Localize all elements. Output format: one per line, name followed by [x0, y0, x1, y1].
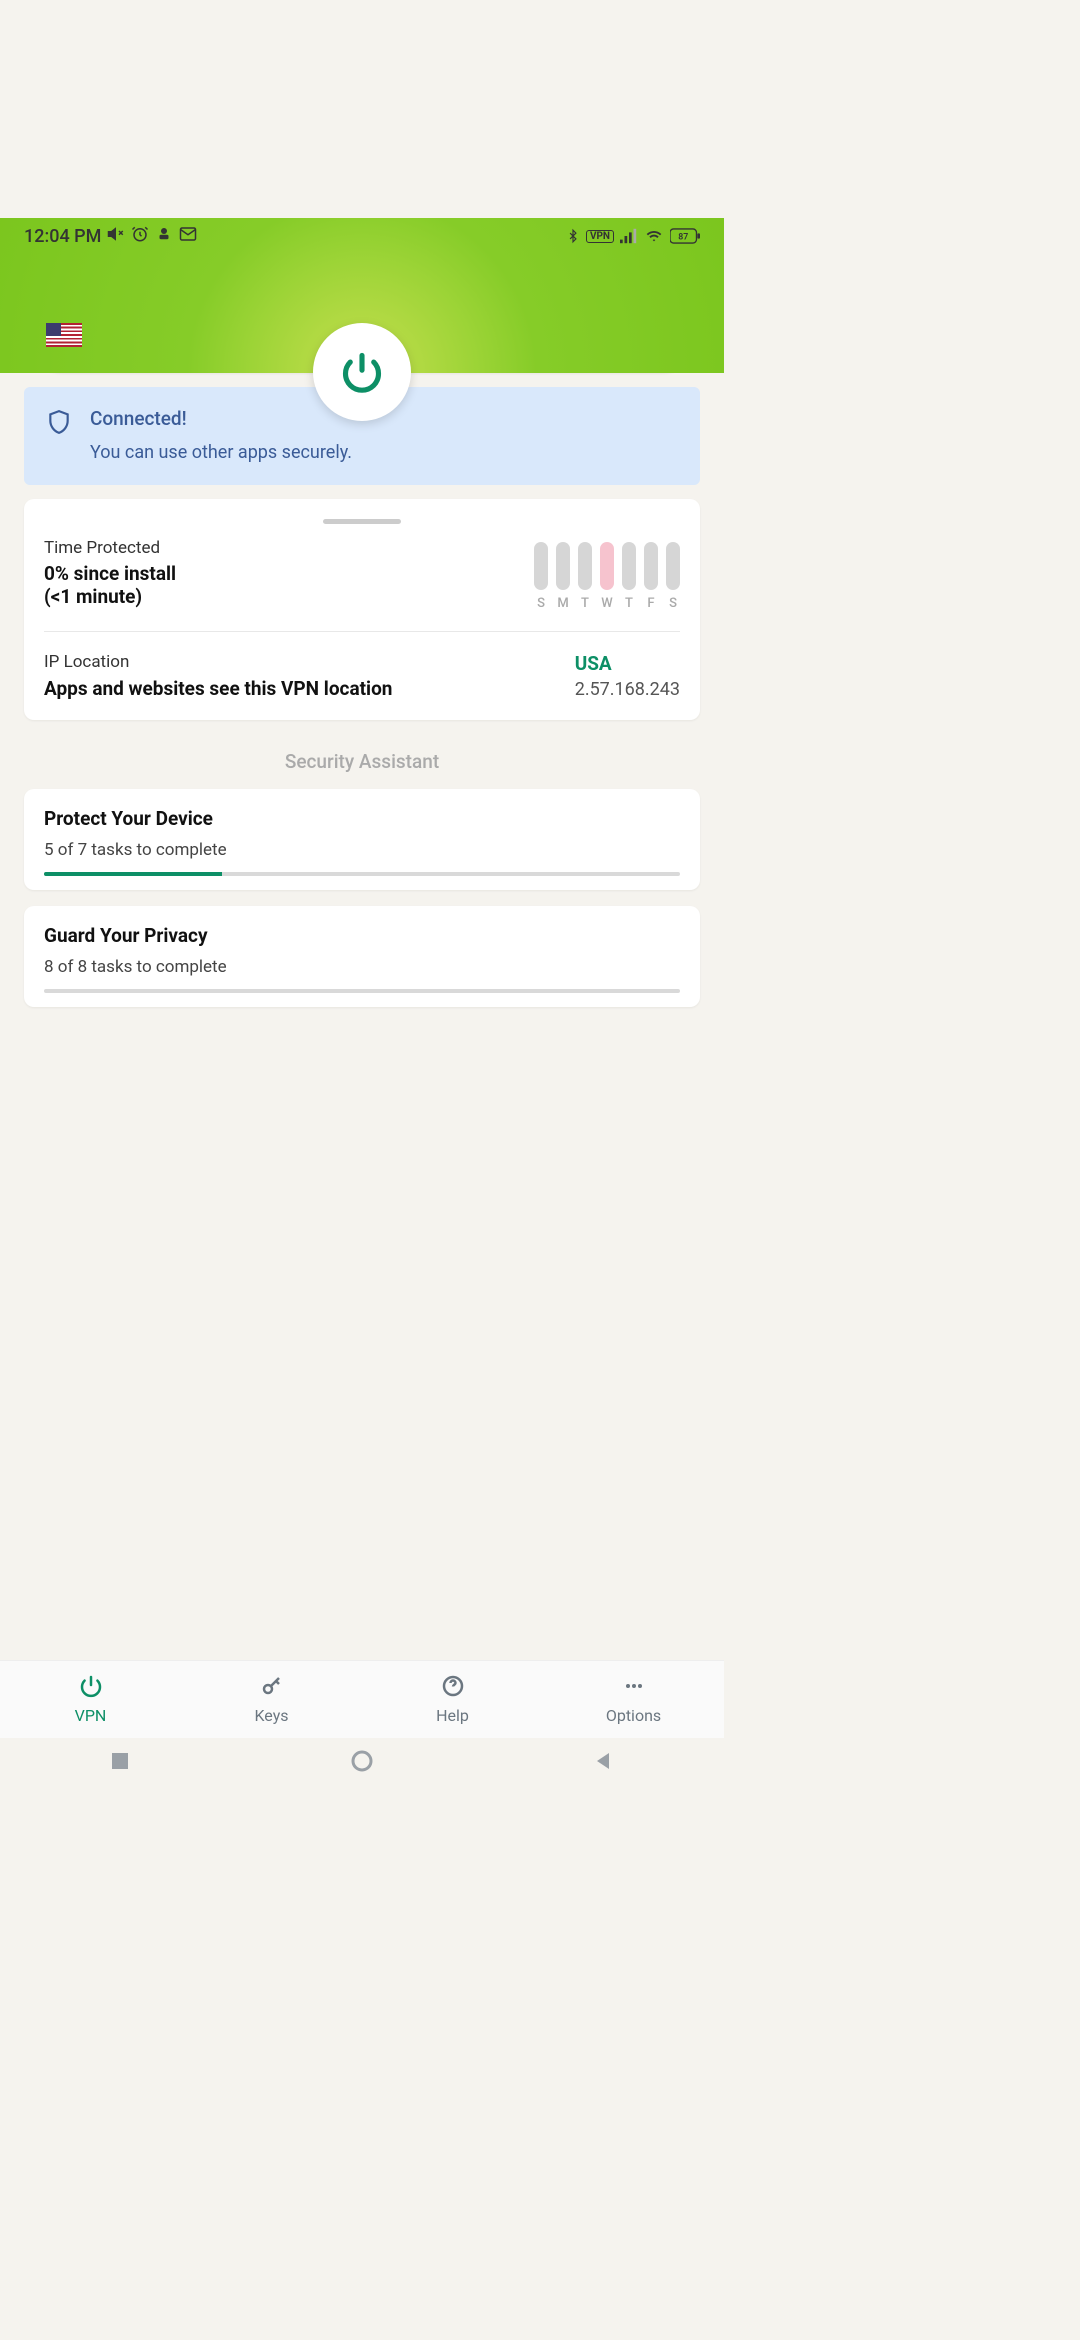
status-bar: 12:04 PM VPN 87: [0, 218, 724, 254]
chart-bar: T: [578, 542, 592, 611]
power-icon: [79, 1674, 103, 1702]
svg-text:87: 87: [678, 233, 688, 243]
battery-icon: 87: [670, 228, 700, 244]
alarm-icon: [131, 225, 149, 248]
nav-label: Options: [606, 1706, 661, 1725]
section-security-assistant: Security Assistant: [24, 750, 700, 773]
more-icon: [622, 1674, 646, 1702]
help-icon: [441, 1674, 465, 1702]
banner-subtitle: You can use other apps securely.: [90, 442, 352, 463]
system-nav: [0, 1738, 724, 1788]
progress-bar: [44, 872, 680, 876]
back-button[interactable]: [594, 1751, 614, 1775]
wifi-icon: [644, 228, 664, 244]
task-card[interactable]: Protect Your Device 5 of 7 tasks to comp…: [24, 789, 700, 890]
vpn-icon: VPN: [586, 230, 614, 243]
stats-card[interactable]: Time Protected 0% since install (<1 minu…: [24, 499, 700, 720]
time-protected-label: Time Protected: [44, 538, 514, 558]
progress-bar: [44, 989, 680, 993]
power-button[interactable]: [313, 323, 411, 421]
nav-vpn[interactable]: VPN: [0, 1661, 181, 1738]
ip-country: USA: [575, 652, 680, 675]
nav-options[interactable]: Options: [543, 1661, 724, 1738]
nav-help[interactable]: Help: [362, 1661, 543, 1738]
bluetooth-icon: [566, 227, 580, 245]
chart-bar: F: [644, 542, 658, 611]
mute-icon: [107, 225, 125, 248]
status-time: 12:04 PM: [24, 226, 101, 247]
chart-bar: S: [534, 542, 548, 611]
shield-icon: [46, 407, 72, 463]
task-subtitle: 5 of 7 tasks to complete: [44, 840, 680, 860]
task-card[interactable]: Guard Your Privacy 8 of 8 tasks to compl…: [24, 906, 700, 1007]
home-button[interactable]: [350, 1749, 374, 1777]
nav-label: Help: [436, 1706, 469, 1725]
gmail-icon: [179, 225, 197, 248]
time-protected-value2: (<1 minute): [44, 585, 514, 608]
chart-bar: T: [622, 542, 636, 611]
week-chart: SMTWTFS: [534, 542, 680, 611]
task-title: Protect Your Device: [44, 807, 680, 830]
drag-handle[interactable]: [323, 519, 401, 524]
banner-title: Connected!: [90, 407, 352, 430]
time-protected-value1: 0% since install: [44, 562, 514, 585]
chart-bar: W: [600, 542, 614, 611]
nav-keys[interactable]: Keys: [181, 1661, 362, 1738]
nav-label: VPN: [75, 1706, 107, 1725]
ip-address: 2.57.168.243: [575, 679, 680, 700]
task-subtitle: 8 of 8 tasks to complete: [44, 957, 680, 977]
ip-location-desc: Apps and websites see this VPN location: [44, 676, 555, 702]
task-title: Guard Your Privacy: [44, 924, 680, 947]
flag-icon: [46, 323, 82, 347]
chart-bar: S: [666, 542, 680, 611]
bottom-nav: VPN Keys Help Options: [0, 1660, 724, 1738]
chart-bar: M: [556, 542, 570, 611]
app-icon: [155, 225, 173, 248]
power-icon: [340, 350, 384, 394]
ip-location-label: IP Location: [44, 652, 555, 672]
signal-icon: [620, 228, 638, 244]
key-icon: [260, 1674, 284, 1702]
recent-apps-button[interactable]: [110, 1751, 130, 1775]
nav-label: Keys: [254, 1706, 288, 1725]
